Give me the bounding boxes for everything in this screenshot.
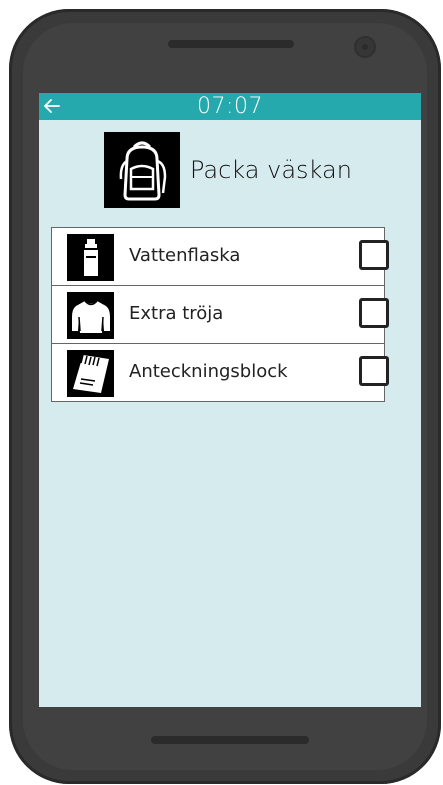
phone-speaker bbox=[168, 40, 294, 48]
list-item-label: Vattenflaska bbox=[129, 245, 241, 266]
status-clock: 07:07 bbox=[197, 94, 263, 119]
checklist: Vattenflaska Extra tröja Anteckningsbloc… bbox=[51, 227, 389, 402]
item-checkbox[interactable] bbox=[359, 356, 389, 386]
page-title: Packa väskan bbox=[190, 156, 352, 184]
sweater-icon bbox=[67, 292, 114, 339]
notebook-icon bbox=[67, 350, 114, 397]
backpack-icon bbox=[104, 132, 180, 208]
list-item[interactable]: Extra tröja bbox=[52, 285, 389, 343]
item-checkbox[interactable] bbox=[359, 298, 389, 328]
list-item[interactable]: Anteckningsblock bbox=[52, 343, 389, 401]
item-checkbox[interactable] bbox=[359, 240, 389, 270]
status-bar: 07:07 bbox=[39, 93, 421, 120]
water-bottle-icon bbox=[67, 234, 114, 281]
list-item-label: Anteckningsblock bbox=[129, 361, 288, 382]
page-header: Packa väskan bbox=[104, 132, 352, 208]
list-item[interactable]: Vattenflaska bbox=[52, 228, 389, 285]
phone-home-bar[interactable] bbox=[151, 736, 309, 744]
phone-camera bbox=[354, 36, 376, 58]
list-item-label: Extra tröja bbox=[129, 303, 224, 324]
app-screen: 07:07 Packa väskan Vattenflaska Extra tr… bbox=[39, 93, 421, 707]
